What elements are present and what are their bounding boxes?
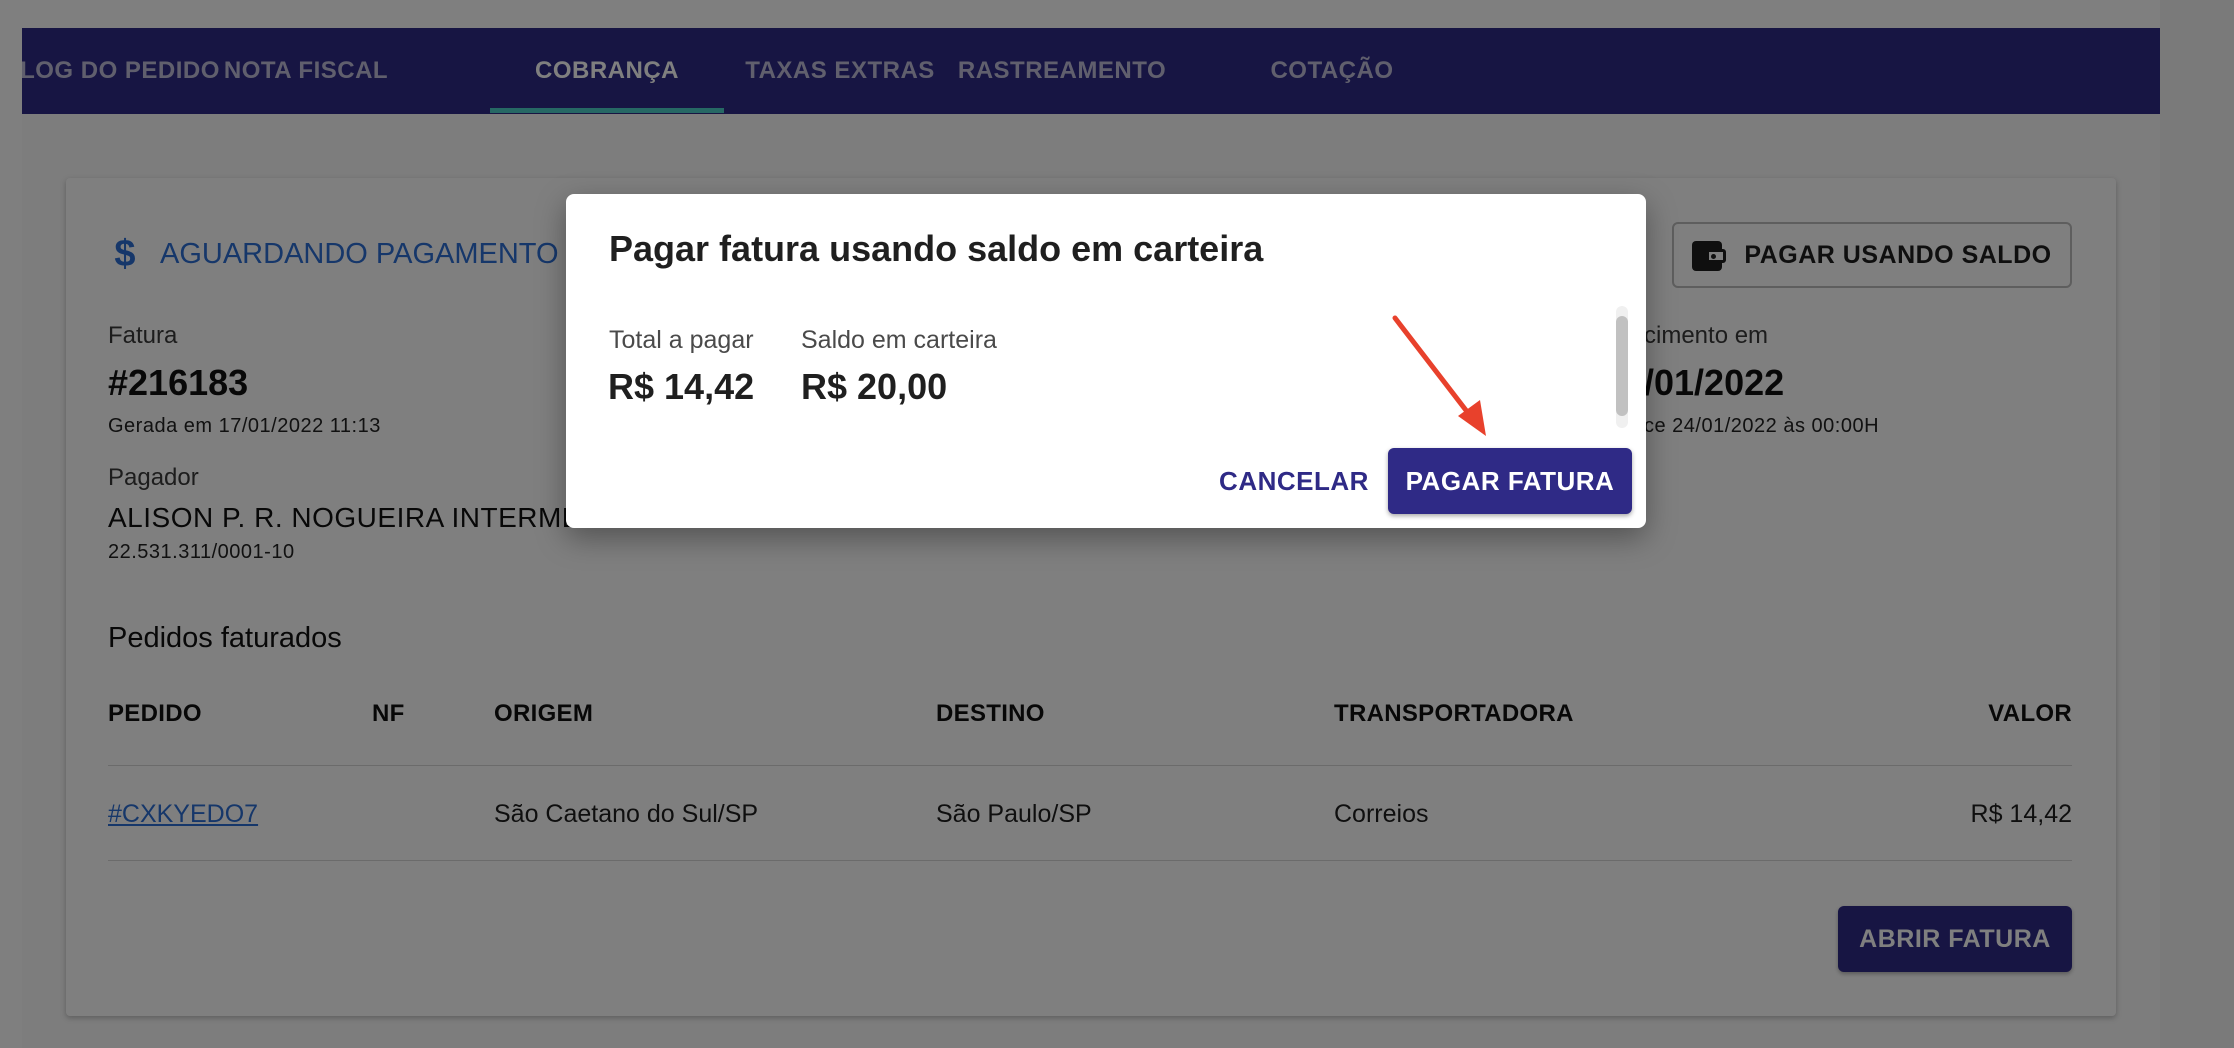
annotation-arrow-icon [1392, 315, 1486, 436]
cancel-button[interactable]: CANCELAR [1214, 448, 1374, 514]
dialog-title: Pagar fatura usando saldo em carteira [609, 228, 1264, 269]
total-to-pay-value: R$ 14,42 [608, 366, 755, 407]
wallet-balance-value: R$ 20,00 [801, 366, 948, 407]
dialog-scrollbar-thumb[interactable] [1616, 316, 1628, 416]
pay-invoice-button[interactable]: PAGAR FATURA [1388, 448, 1632, 514]
wallet-balance-label: Saldo em carteira [801, 326, 997, 354]
total-to-pay-label: Total a pagar [609, 326, 754, 354]
